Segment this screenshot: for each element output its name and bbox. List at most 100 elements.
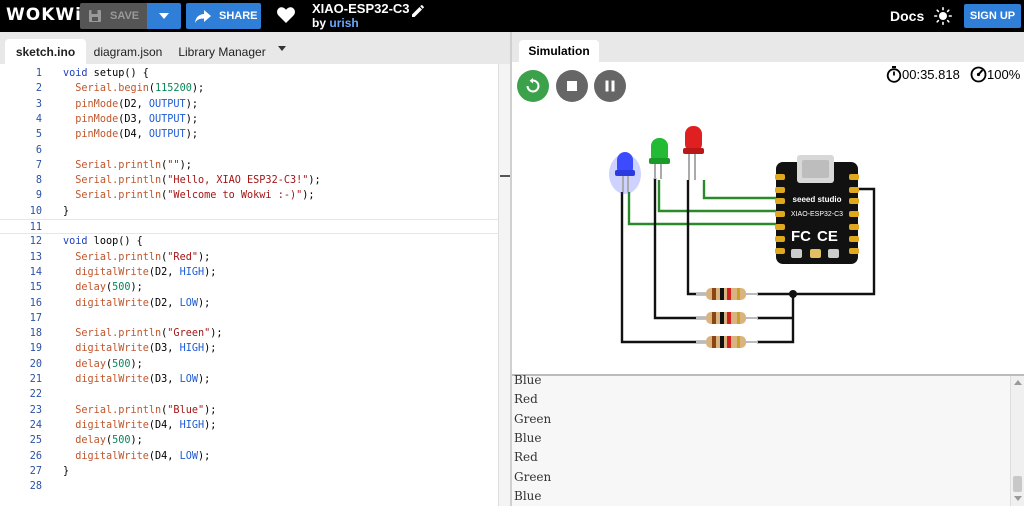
resistor-1[interactable] [696,288,758,300]
line-number: 3 [35,98,42,110]
editor-scroll-marker [500,175,510,177]
code-line[interactable]: 16 digitalWrite(D2, LOW); [0,296,510,311]
by-label: by [312,16,327,30]
chevron-down-icon [159,13,169,19]
code-line[interactable]: 21 digitalWrite(D3, LOW); [0,372,510,387]
share-button[interactable]: SHARE [186,3,261,29]
code-line[interactable]: 19 digitalWrite(D3, HIGH); [0,341,510,356]
code-text: Serial.println(""); [75,159,192,171]
line-number: 4 [35,113,42,125]
led-red[interactable] [683,126,704,180]
tab-sketch-ino[interactable]: sketch.ino [5,39,86,64]
simulation-pane: Simulation 00:35.818 100% seeed studio X… [512,32,1024,374]
board-name-label: XIAO-ESP32-C3 [791,211,843,218]
line-number: 20 [29,358,42,370]
heart-icon[interactable] [277,7,295,23]
sun-icon[interactable] [934,7,952,25]
code-line[interactable]: 10} [0,204,510,219]
fcc-mark: FC [791,228,811,245]
scroll-down-arrow-icon[interactable] [1014,496,1022,501]
wire-d3[interactable] [657,180,784,213]
code-editor[interactable]: 1 void setup() {2 Serial.begin(115200); 3 … [0,64,510,506]
save-button[interactable]: SAVE [80,3,147,29]
led-blue[interactable] [609,152,641,194]
led-green[interactable] [649,138,670,179]
code-line[interactable]: 28 [0,479,510,494]
code-line[interactable]: 26 digitalWrite(D4, LOW); [0,449,510,464]
code-line[interactable]: 6 [0,143,510,158]
tabs-menu-caret-icon[interactable] [278,46,286,51]
wire-green-cathode[interactable] [653,178,706,320]
code-line[interactable]: 11 [0,219,510,235]
code-line[interactable]: 27} [0,464,510,479]
code-line[interactable]: 17 [0,311,510,326]
serial-monitor[interactable]: Blue Red Green Blue Red Green Blue [512,373,1024,506]
serial-output-line: Red [514,392,538,407]
code-text: pinMode(D2, OUTPUT); [75,98,198,110]
tab-diagram-json[interactable]: diagram.json [88,39,168,64]
code-line[interactable]: 14 digitalWrite(D2, HIGH); [0,265,510,280]
resistor-2[interactable] [696,312,758,324]
resistor-3[interactable] [696,336,758,348]
serial-scrollbar[interactable] [1010,376,1024,506]
author-link[interactable]: urish [329,16,358,30]
serial-output-line: Blue [514,430,542,445]
save-group: SAVE [80,3,181,29]
line-number: 8 [35,175,42,187]
circuit-diagram[interactable]: seeed studio XIAO-ESP32-C3 FC CE [512,32,1024,374]
line-number: 17 [29,312,42,324]
code-text: pinMode(D3, OUTPUT); [75,113,198,125]
line-number: 21 [29,374,42,385]
code-line[interactable]: 15 delay(500); [0,280,510,295]
wokwi-logo[interactable]: WOKWi [6,5,82,25]
code-line[interactable]: 7 Serial.println(""); [0,158,510,173]
board-brand-label: seeed studio [793,195,842,204]
serial-output-line: Blue [514,373,542,387]
serial-output-line: Red [514,450,538,465]
code-line[interactable]: 13 Serial.println("Red"); [0,250,510,265]
xiao-esp32-c3-board[interactable]: seeed studio XIAO-ESP32-C3 FC CE [775,155,859,264]
code-line[interactable]: 22 [0,387,510,402]
editor-pane: sketch.ino diagram.json Library Manager … [0,32,510,506]
line-number: 26 [29,450,42,462]
wire-gnd-join[interactable] [757,294,795,344]
line-number: 10 [29,205,42,217]
scroll-up-arrow-icon[interactable] [1014,380,1022,385]
scroll-thumb[interactable] [1013,476,1022,492]
code-line[interactable]: 25 delay(500); [0,433,510,448]
line-number: 11 [29,222,42,233]
code-line[interactable]: 20 delay(500); [0,357,510,372]
line-number: 5 [35,129,42,141]
line-number: 28 [29,481,42,493]
save-label: SAVE [110,10,140,22]
code-text: digitalWrite(D3, HIGH); [75,343,217,355]
code-text: digitalWrite(D2, HIGH); [75,266,217,278]
editor-scrollbar[interactable] [498,64,510,506]
docs-link[interactable]: Docs [890,8,924,24]
code-line[interactable]: 12 void loop() { [0,234,510,249]
line-number: 27 [29,465,42,477]
code-line[interactable]: 8 Serial.println("Hello, XIAO ESP32-C3!"… [0,173,510,188]
code-line[interactable]: 5 pinMode(D4, OUTPUT); [0,127,510,142]
serial-output-line: Green [514,469,552,484]
line-number: 19 [29,343,42,355]
code-line[interactable]: 24 digitalWrite(D4, HIGH); [0,418,510,433]
save-dropdown-button[interactable] [147,3,181,29]
pencil-icon[interactable] [410,3,426,19]
code-text: Serial.println("Welcome to Wokwi :-)"); [75,190,315,202]
sign-up-button[interactable]: SIGN UP [964,4,1021,28]
code-line[interactable]: 2 Serial.begin(115200); [0,81,510,96]
code-line[interactable]: 3 pinMode(D2, OUTPUT); [0,97,510,112]
code-line[interactable]: 18 Serial.println("Green"); [0,326,510,341]
code-line[interactable]: 1 void setup() { [0,66,510,81]
floppy-disk-icon [89,10,101,22]
tab-library-manager[interactable]: Library Manager [174,39,270,64]
code-text: digitalWrite(D4, LOW); [75,450,211,462]
line-number: 9 [35,190,42,202]
wire-blue-cathode[interactable] [620,192,706,344]
line-number: 14 [29,266,42,278]
code-line[interactable]: 4 pinMode(D3, OUTPUT); [0,112,510,127]
wire-d2[interactable] [702,180,784,200]
code-line[interactable]: 9 Serial.println("Welcome to Wokwi :-)")… [0,188,510,203]
code-line[interactable]: 23 Serial.println("Blue"); [0,403,510,418]
